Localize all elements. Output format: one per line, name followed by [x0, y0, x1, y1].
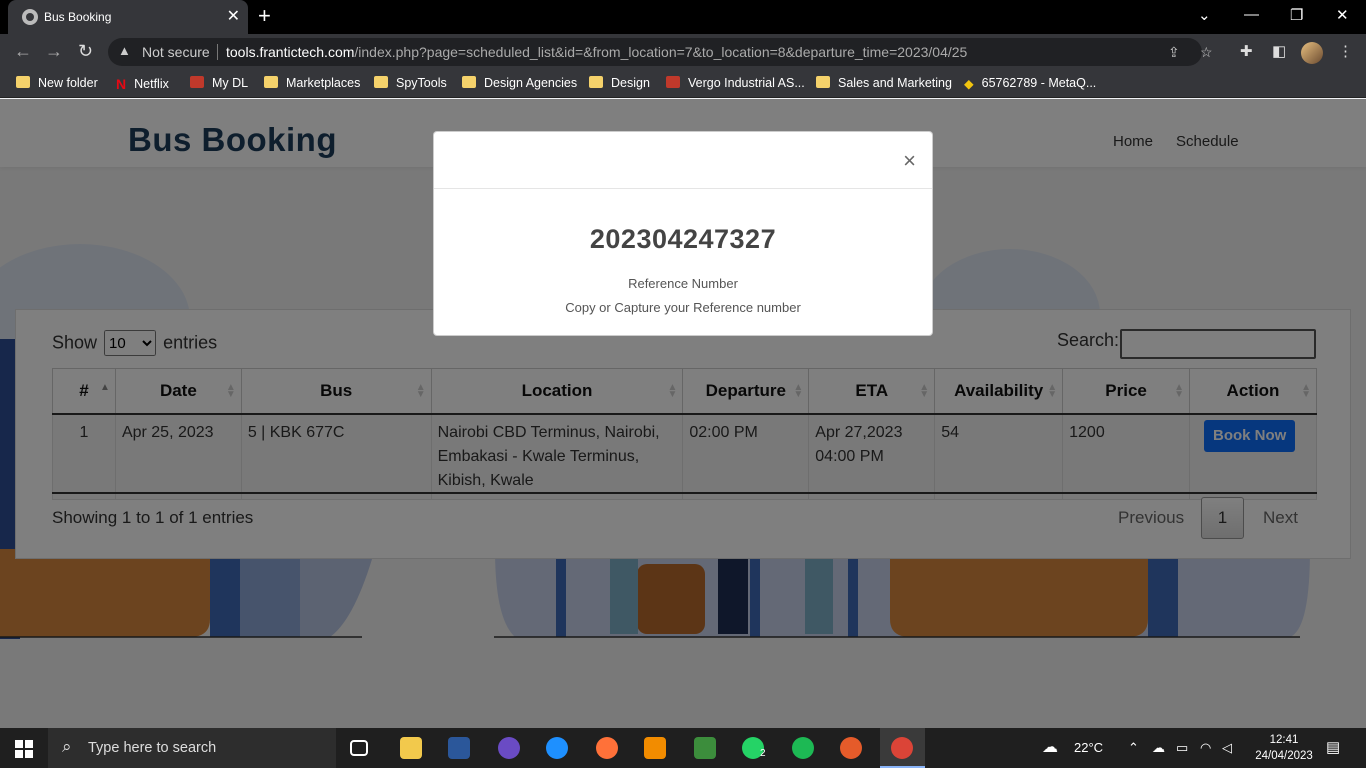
bookmark-item[interactable]: New folder: [16, 76, 98, 90]
origin-icon[interactable]: [840, 737, 862, 759]
reference-hint: Copy or Capture your Reference number: [565, 300, 801, 315]
bookmarks-bar: New folder N Netflix My DL Marketplaces S…: [0, 70, 1366, 98]
folder-icon: [816, 76, 830, 88]
warning-icon[interactable]: ▲: [118, 43, 131, 58]
bookmark-item[interactable]: Design: [589, 76, 650, 90]
browser-tab-bar: Bus Booking ✕ + ⌄ — ❐ ✕: [0, 0, 1366, 34]
reference-label: Reference Number: [628, 276, 738, 291]
reference-modal: × 202304247327 Reference Number Copy or …: [433, 131, 933, 336]
folder-icon: [264, 76, 278, 88]
weather-icon[interactable]: ☁: [1042, 737, 1058, 757]
metaquotes-icon: ◆: [964, 77, 974, 91]
back-icon[interactable]: ←: [14, 41, 32, 62]
forward-icon[interactable]: →: [45, 41, 63, 62]
window-close-icon[interactable]: ✕: [1336, 6, 1349, 24]
folder-icon: [462, 76, 476, 88]
site-icon: [666, 76, 680, 88]
app-icon: [190, 76, 204, 88]
extensions-icon[interactable]: ✚: [1240, 42, 1253, 60]
whatsapp-badge: 2: [760, 748, 766, 759]
vlc-icon[interactable]: [644, 737, 666, 759]
menu-icon[interactable]: ⋮: [1338, 42, 1353, 60]
modal-header: ×: [434, 132, 932, 189]
tab-close-icon[interactable]: ✕: [227, 6, 240, 26]
spotify-icon[interactable]: [792, 737, 814, 759]
share-icon[interactable]: ⇪: [1168, 44, 1180, 61]
reference-number: 202304247327: [589, 224, 777, 254]
tab-title: Bus Booking: [44, 10, 112, 24]
volume-icon[interactable]: ◁: [1222, 740, 1232, 756]
tab-search-icon[interactable]: ⌄: [1198, 6, 1211, 24]
restore-icon[interactable]: ❐: [1290, 6, 1303, 24]
folder-icon: [16, 76, 30, 88]
windows-start-icon[interactable]: [15, 740, 33, 758]
side-panel-icon[interactable]: ◧: [1272, 42, 1286, 60]
browser-tab[interactable]: Bus Booking ✕: [8, 0, 248, 34]
globe-icon: [22, 9, 38, 25]
bookmark-item[interactable]: Marketplaces: [264, 76, 360, 90]
weather-temp[interactable]: 22°C: [1074, 740, 1103, 755]
file-explorer-icon[interactable]: [400, 737, 422, 759]
battery-icon[interactable]: ▭: [1176, 740, 1188, 756]
divider: [217, 44, 218, 60]
url-path: /index.php?page=scheduled_list&id=&from_…: [354, 44, 968, 60]
clock-time: 12:41: [1269, 734, 1299, 746]
media-player-icon[interactable]: [498, 737, 520, 759]
star-icon[interactable]: ☆: [1200, 44, 1213, 61]
bookmark-item[interactable]: ◆ 65762789 - MetaQ...: [964, 76, 1096, 91]
folder-icon: [374, 76, 388, 88]
security-label[interactable]: Not secure: [142, 44, 210, 60]
chrome-taskbar-item[interactable]: [880, 728, 925, 768]
bookmark-item[interactable]: My DL: [190, 76, 248, 90]
folder-icon: [589, 76, 603, 88]
url-domain: tools.frantictech.com: [226, 44, 355, 60]
page: Bus Booking Home Schedule Show 10 entrie…: [0, 99, 1366, 728]
firefox-icon[interactable]: [596, 737, 618, 759]
chevron-up-icon[interactable]: ⌃: [1128, 740, 1139, 756]
taskbar: ⌕ Type here to search 2 ☁ 22°C ⌃ ☁ ▭ ◠ ◁…: [0, 728, 1366, 768]
avatar[interactable]: [1301, 42, 1323, 64]
bookmark-item[interactable]: Vergo Industrial AS...: [666, 76, 805, 90]
modal-close-button[interactable]: ×: [903, 148, 916, 174]
address-bar[interactable]: ▲ Not secure tools.frantictech.com/index…: [108, 38, 1213, 66]
wifi-icon[interactable]: ◠: [1200, 740, 1211, 756]
onedrive-icon[interactable]: ☁: [1152, 740, 1165, 756]
chrome-icon: [891, 737, 913, 759]
netflix-icon: N: [116, 76, 127, 92]
taskbar-search-placeholder: Type here to search: [88, 740, 217, 756]
app-icon[interactable]: [694, 737, 716, 759]
url-text[interactable]: tools.frantictech.com/index.php?page=sch…: [226, 44, 967, 60]
bookmark-item[interactable]: SpyTools: [374, 76, 447, 90]
minimize-icon[interactable]: —: [1244, 6, 1259, 23]
taskbar-search[interactable]: ⌕ Type here to search: [48, 728, 336, 768]
new-tab-button[interactable]: +: [258, 3, 271, 29]
internet-explorer-icon[interactable]: [546, 737, 568, 759]
browser-toolbar: ← → ↻ ▲ Not secure tools.frantictech.com…: [0, 34, 1366, 70]
reload-icon[interactable]: ↻: [78, 41, 93, 62]
word-icon[interactable]: [448, 737, 470, 759]
bookmark-item[interactable]: Design Agencies: [462, 76, 577, 90]
clock-date: 24/04/2023: [1255, 750, 1313, 762]
search-icon: ⌕: [62, 737, 72, 756]
bookmark-item[interactable]: Sales and Marketing: [816, 76, 952, 90]
bookmark-item[interactable]: N Netflix: [116, 76, 169, 92]
task-view-icon[interactable]: [350, 740, 368, 756]
notifications-icon[interactable]: ▤: [1326, 738, 1340, 756]
clock[interactable]: 12:41 24/04/2023: [1252, 732, 1316, 764]
